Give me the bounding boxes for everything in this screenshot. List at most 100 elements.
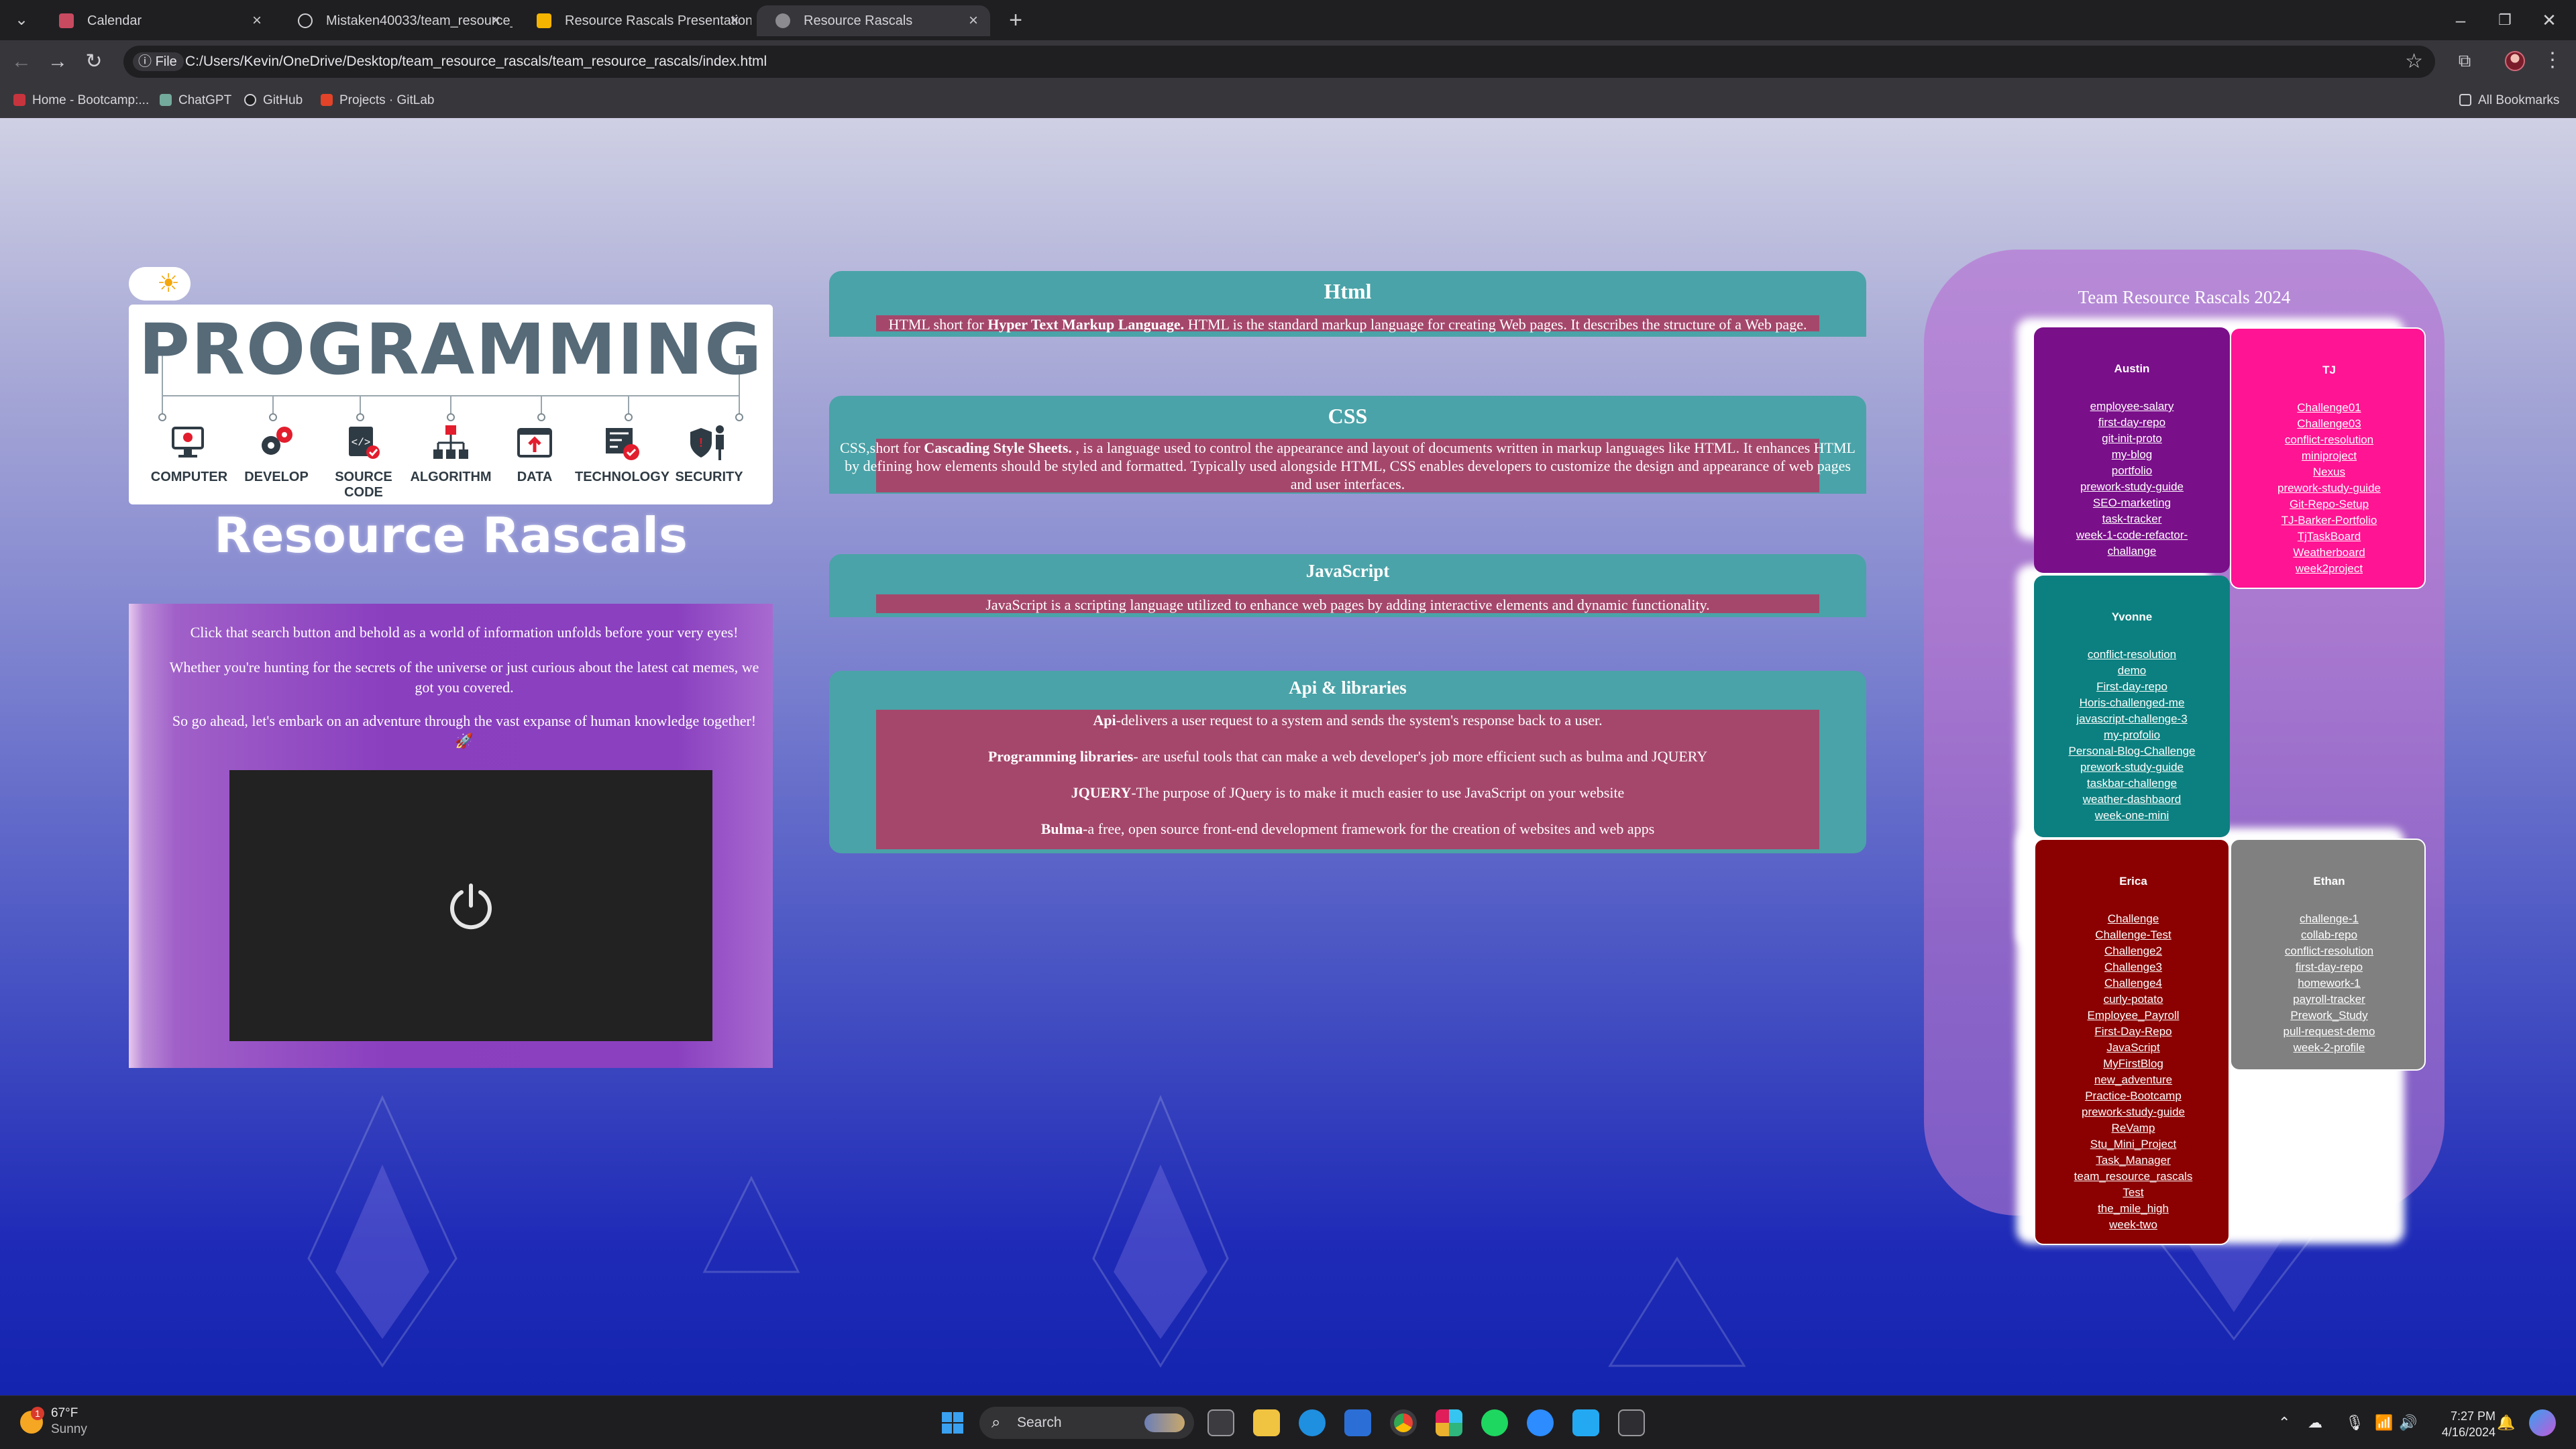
repo-link[interactable]: git-init-proto (2034, 431, 2230, 447)
slack-icon[interactable] (1436, 1409, 1462, 1436)
chrome-icon[interactable] (1390, 1409, 1417, 1436)
repo-link[interactable]: Challenge3 (2035, 959, 2231, 975)
repo-link[interactable]: Personal-Blog-Challenge (2034, 743, 2230, 759)
repo-link[interactable]: Task_Manager (2035, 1152, 2231, 1169)
reload-icon[interactable]: ↻ (80, 48, 107, 75)
repo-link[interactable]: challenge-1 (2231, 911, 2427, 927)
bookmark-star-icon[interactable]: ☆ (2405, 48, 2423, 75)
onedrive-icon[interactable]: ☁ (2308, 1396, 2322, 1449)
repo-link[interactable]: the_mile_high (2035, 1201, 2231, 1217)
all-bookmarks[interactable]: All Bookmarks (2459, 83, 2559, 118)
tab-search-icon[interactable]: ⌄ (9, 8, 34, 32)
repo-link[interactable]: TJ-Barker-Portfolio (2231, 513, 2427, 529)
vscode-icon[interactable] (1572, 1409, 1599, 1436)
repo-link[interactable]: Horis-challenged-me (2034, 695, 2230, 711)
repo-link[interactable]: new_adventure (2035, 1072, 2231, 1088)
repo-link[interactable]: homework-1 (2231, 975, 2427, 991)
repo-link[interactable]: Stu_Mini_Project (2035, 1136, 2231, 1152)
repo-link[interactable]: Nexus (2231, 464, 2427, 480)
close-tab-icon[interactable]: × (491, 5, 500, 36)
url-text[interactable]: C:/Users/Kevin/OneDrive/Desktop/team_res… (185, 46, 767, 78)
repo-link[interactable]: week-2-profile (2231, 1040, 2427, 1056)
repo-link[interactable]: Challenge01 (2231, 400, 2427, 416)
repo-link[interactable]: team_resource_rascals (2035, 1169, 2231, 1185)
address-bar[interactable]: ⓘ File C:/Users/Kevin/OneDrive/Desktop/t… (123, 46, 2435, 78)
close-window-icon[interactable]: ✕ (2534, 5, 2564, 35)
repo-link[interactable]: taskbar-challenge (2034, 775, 2230, 792)
zoom-icon[interactable] (1527, 1409, 1554, 1436)
microphone-icon[interactable]: 🎙 (2345, 1396, 2364, 1449)
repo-link[interactable]: my-blog (2034, 447, 2230, 463)
repo-link[interactable]: conflict-resolution (2034, 647, 2230, 663)
repo-link[interactable]: first-day-repo (2034, 415, 2230, 431)
close-tab-icon[interactable]: × (969, 5, 978, 36)
repo-link[interactable]: first-day-repo (2231, 959, 2427, 975)
repo-link[interactable]: Git-Repo-Setup (2231, 496, 2427, 513)
repo-link[interactable]: TjTaskBoard (2231, 529, 2427, 545)
edge-icon[interactable] (1299, 1409, 1326, 1436)
repo-link[interactable]: Employee_Payroll (2035, 1008, 2231, 1024)
tab-calendar[interactable]: Calendar × (40, 5, 274, 36)
tab-github[interactable]: Mistaken40033/team_resource_ × (279, 5, 513, 36)
repo-link[interactable]: Challenge4 (2035, 975, 2231, 991)
bookmark-github[interactable]: GitHub (244, 83, 303, 118)
repo-link[interactable]: week-two (2035, 1217, 2231, 1233)
theme-toggle[interactable]: ☀ (129, 267, 191, 301)
profile-avatar[interactable] (2505, 51, 2525, 71)
repo-link[interactable]: demo (2034, 663, 2230, 679)
restore-icon[interactable]: ❐ (2490, 5, 2520, 35)
repo-link[interactable]: Prework_Study (2231, 1008, 2427, 1024)
repo-link[interactable]: prework-study-guide (2034, 759, 2230, 775)
repo-link[interactable]: employee-salary (2034, 398, 2230, 415)
repo-link[interactable]: JavaScript (2035, 1040, 2231, 1056)
repo-link[interactable]: SEO-marketing (2034, 495, 2230, 511)
bookmark-gitlab[interactable]: Projects · GitLab (321, 83, 435, 118)
repo-link[interactable]: Weatherboard (2231, 545, 2427, 561)
repo-link[interactable]: payroll-tracker (2231, 991, 2427, 1008)
repo-link[interactable]: curly-potato (2035, 991, 2231, 1008)
forward-icon[interactable]: → (44, 48, 71, 75)
repo-link[interactable]: prework-study-guide (2034, 479, 2230, 495)
repo-link[interactable]: portfolio (2034, 463, 2230, 479)
system-clock[interactable]: 7:27 PM 4/16/2024 (2422, 1408, 2496, 1440)
repo-link[interactable]: week-1-code-refactor- (2034, 527, 2230, 543)
tab-resource-rascals[interactable]: Resource Rascals × (757, 5, 990, 36)
repo-link[interactable]: Test (2035, 1185, 2231, 1201)
repo-link[interactable]: Challenge-Test (2035, 927, 2231, 943)
terminal-icon[interactable] (1618, 1409, 1645, 1436)
wifi-icon[interactable]: 📶 (2375, 1396, 2393, 1449)
repo-link[interactable]: my-profolio (2034, 727, 2230, 743)
tab-presentation[interactable]: Resource Rascals Presentation × (518, 5, 751, 36)
repo-link[interactable]: conflict-resolution (2231, 943, 2427, 959)
repo-link[interactable]: First-day-repo (2034, 679, 2230, 695)
repo-link[interactable]: miniproject (2231, 448, 2427, 464)
site-info-button[interactable]: ⓘ File (133, 52, 184, 71)
spotify-icon[interactable] (1481, 1409, 1508, 1436)
windows-start-icon[interactable] (939, 1409, 966, 1436)
repo-link[interactable]: conflict-resolution (2231, 432, 2427, 448)
repo-link[interactable]: Practice-Bootcamp (2035, 1088, 2231, 1104)
repo-link[interactable]: MyFirstBlog (2035, 1056, 2231, 1072)
store-icon[interactable] (1344, 1409, 1371, 1436)
power-icon[interactable] (444, 879, 498, 932)
repo-link[interactable]: week-one-mini (2034, 808, 2230, 824)
bookmark-bootcamp[interactable]: Home - Bootcamp:... (13, 83, 149, 118)
task-view-icon[interactable] (1208, 1409, 1234, 1436)
bookmark-chatgpt[interactable]: ChatGPT (160, 83, 231, 118)
repo-link[interactable]: task-tracker (2034, 511, 2230, 527)
video-player[interactable] (229, 770, 712, 1041)
repo-link[interactable]: Challenge03 (2231, 416, 2427, 432)
back-icon[interactable]: ← (8, 48, 35, 75)
new-tab-icon[interactable]: + (1002, 7, 1029, 34)
repo-link[interactable]: week2project (2231, 561, 2427, 577)
repo-link[interactable]: prework-study-guide (2035, 1104, 2231, 1120)
file-explorer-icon[interactable] (1253, 1409, 1280, 1436)
close-tab-icon[interactable]: × (730, 5, 739, 36)
menu-kebab-icon[interactable]: ⋮ (2542, 47, 2563, 74)
repo-link[interactable]: Challenge (2035, 911, 2231, 927)
repo-link[interactable]: ReVamp (2035, 1120, 2231, 1136)
repo-link[interactable]: prework-study-guide (2231, 480, 2427, 496)
repo-link[interactable]: challange (2034, 543, 2230, 559)
repo-link[interactable]: javascript-challenge-3 (2034, 711, 2230, 727)
close-tab-icon[interactable]: × (252, 5, 262, 36)
